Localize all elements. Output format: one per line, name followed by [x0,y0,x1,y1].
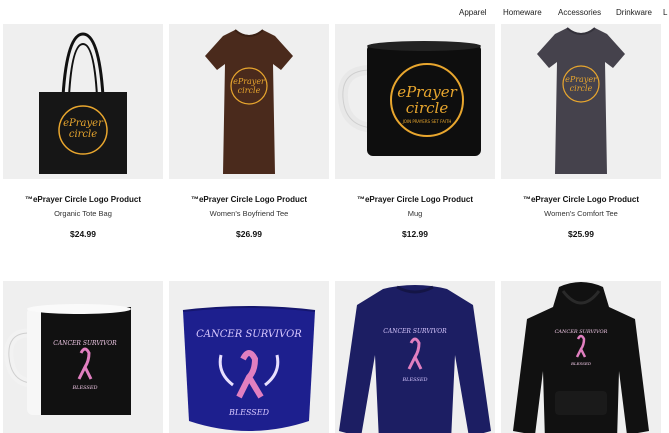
mug-cancer-survivor-icon: CANCER SURVIVOR BLESSED [4,304,131,415]
logo-text-line1: ePrayer [565,75,598,84]
product-title[interactable]: ™ePrayer Circle Logo Product [3,195,163,204]
cancer-survivor-text: CANCER SURVIVOR [383,328,447,335]
product-image[interactable]: CANCER SURVIVOR BLESSED [169,281,329,433]
product-type: Women's Comfort Tee [544,209,618,218]
mug-black-icon: ePrayer circle JOIN PRAYERS SET FAITH [337,41,481,156]
top-navigation: Apparel Homeware Accessories Drinkware L [0,0,669,24]
nav-apparel[interactable]: Apparel [459,8,487,17]
product-image[interactable]: ePrayer circle [501,24,661,179]
product-type: Organic Tote Bag [54,209,112,218]
tote-bag-icon: ePrayer circle [39,32,127,174]
product-price: $12.99 [402,229,428,239]
nav-accessories[interactable]: Accessories [558,8,601,17]
logo-text-line2: circle [69,129,97,140]
product-title[interactable]: ™ePrayer Circle Logo Product [169,195,329,204]
tshirt-brown-icon: ePrayer circle [205,29,293,174]
product-price: $24.99 [70,229,96,239]
product-type: Mug [407,209,423,218]
logo-text-line2: circle [570,84,593,93]
cancer-survivor-text: CANCER SURVIVOR [196,329,302,340]
product-image[interactable]: ePrayer circle [169,24,329,179]
hoodie-cancer-survivor-icon: CANCER SURVIVOR BLESSED [513,282,649,433]
nav-drinkware[interactable]: Drinkware [616,8,652,17]
sweatshirt-cancer-survivor-icon: CANCER SURVIVOR BLESSED [339,285,491,433]
tshirt-charcoal-icon: ePrayer circle [537,27,625,174]
product-image[interactable]: ePrayer circle [3,24,163,179]
blessed-text: BLESSED [228,408,270,417]
product-image[interactable]: CANCER SURVIVOR BLESSED [501,281,661,433]
product-type: Women's Boyfriend Tee [209,209,289,218]
product-title[interactable]: ™ePrayer Circle Logo Product [501,195,661,204]
logo-text-line2: circle [406,99,449,117]
product-image[interactable]: CANCER SURVIVOR BLESSED [335,281,495,433]
face-mask-cancer-survivor-icon: CANCER SURVIVOR BLESSED [182,306,316,431]
blessed-text: BLESSED [71,385,97,391]
product-image[interactable]: CANCER SURVIVOR BLESSED [3,281,163,433]
blessed-text: BLESSED [570,361,592,366]
logo-text-line2: circle [238,86,261,95]
blessed-text: BLESSED [401,377,427,383]
cancer-survivor-text: CANCER SURVIVOR [53,340,117,347]
logo-text-line1: ePrayer [233,77,266,86]
product-price: $25.99 [568,229,594,239]
logo-tagline: JOIN PRAYERS SET FAITH [402,119,452,124]
nav-homeware[interactable]: Homeware [503,8,542,17]
product-price: $26.99 [236,229,262,239]
nav-more[interactable]: L [663,8,667,17]
product-image[interactable]: ePrayer circle JOIN PRAYERS SET FAITH [335,24,495,179]
product-title[interactable]: ™ePrayer Circle Logo Product [335,195,495,204]
cancer-survivor-text: CANCER SURVIVOR [555,329,608,335]
logo-text-line1: ePrayer [63,118,104,129]
